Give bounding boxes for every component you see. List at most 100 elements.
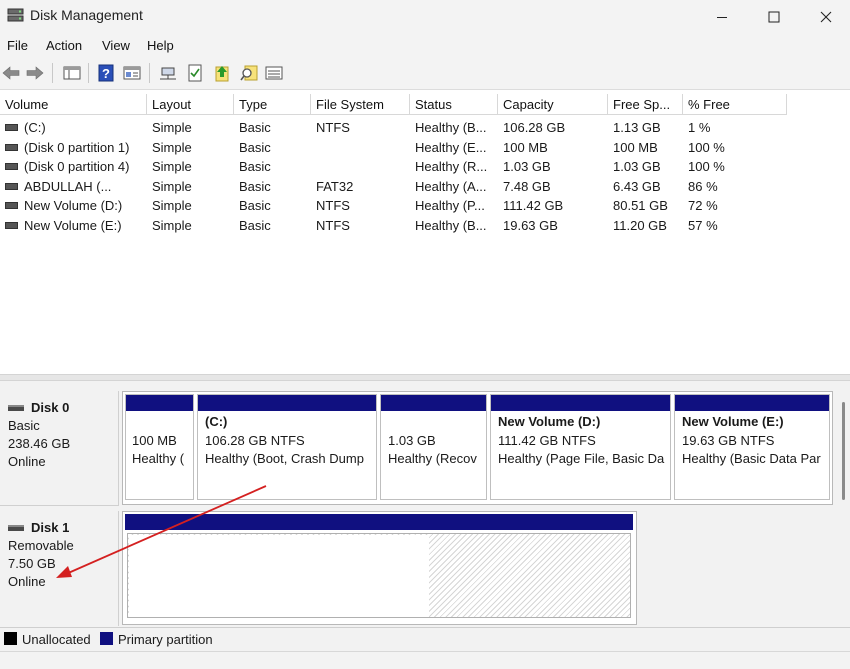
- disk-type: Removable: [8, 538, 74, 553]
- connect-button[interactable]: [159, 64, 177, 82]
- cell-status: Healthy (A...: [415, 177, 496, 196]
- column-header-file-system[interactable]: File System: [311, 94, 410, 115]
- scrollbar-thumb[interactable]: [842, 402, 845, 500]
- disk-management-app-icon: [7, 8, 24, 23]
- volume-icon: [5, 124, 18, 132]
- cell-text: NTFS: [316, 198, 350, 213]
- console-tree-icon: [63, 66, 81, 80]
- disk-1-label[interactable]: Disk 1 Removable 7.50 GB Online: [0, 511, 119, 626]
- cell-type: Basic: [239, 157, 309, 176]
- list-view-button[interactable]: [265, 64, 283, 82]
- partition-disk0-recovery-efi[interactable]: 100 MB Healthy (: [125, 394, 194, 500]
- partition-c[interactable]: (C:) 106.28 GB NTFS Healthy (Boot, Crash…: [197, 394, 377, 500]
- column-header-layout[interactable]: Layout: [147, 94, 234, 115]
- connect-icon: [160, 67, 176, 80]
- checklist-button[interactable]: [186, 64, 204, 82]
- cell-status: Healthy (P...: [415, 196, 496, 215]
- cell-text: 111.42 GB: [503, 198, 564, 213]
- close-icon: [820, 11, 832, 22]
- cell-text: 1.03 GB: [503, 159, 551, 174]
- cell-layout: Simple: [152, 216, 232, 235]
- disk-state: Online: [8, 454, 46, 469]
- cell-status: Healthy (B...: [415, 216, 496, 235]
- column-header-volume[interactable]: Volume: [0, 94, 147, 115]
- maximize-button[interactable]: [750, 0, 798, 33]
- console-tree-button[interactable]: [63, 64, 81, 82]
- cell-type: Basic: [239, 177, 309, 196]
- cell-text: Basic: [239, 217, 271, 233]
- disk-0-label[interactable]: Disk 0 Basic 238.46 GB Online: [0, 391, 119, 506]
- window-title: Disk Management: [30, 7, 143, 23]
- cell-type: Basic: [239, 138, 309, 157]
- cell-text: Basic: [239, 139, 271, 155]
- forward-button[interactable]: [26, 64, 44, 82]
- column-header-status[interactable]: Status: [410, 94, 498, 115]
- cell-type: Basic: [239, 196, 309, 215]
- status-bar: [0, 651, 850, 669]
- cell-free: 1.03 GB: [613, 157, 681, 176]
- cell-text: Simple: [152, 120, 192, 135]
- unallocated-swatch: [4, 632, 17, 645]
- back-icon: [2, 66, 20, 80]
- cell-pct: 100 %: [688, 157, 784, 176]
- toolbar-separator: [52, 63, 53, 83]
- cell-free: 6.43 GB: [613, 177, 681, 196]
- disk-icon: [8, 405, 24, 411]
- toolbar-separator: [149, 63, 150, 83]
- volume-icon: [5, 182, 18, 190]
- menu-view[interactable]: View: [102, 38, 130, 53]
- cell-text: Basic: [239, 159, 271, 174]
- column-header-capacity[interactable]: Capacity: [498, 94, 608, 115]
- cell-text: (Disk 0 partition 1): [24, 139, 130, 155]
- partition-title: New Volume (D:): [498, 414, 601, 429]
- properties-button[interactable]: [123, 64, 141, 82]
- menu-file[interactable]: File: [7, 38, 28, 53]
- cell-pct: 57 %: [688, 216, 784, 235]
- toolbar-separator: [88, 63, 89, 83]
- cell-status: Healthy (E...: [415, 138, 496, 157]
- cell-volume: ABDULLAH (...: [5, 177, 145, 196]
- cell-free: 80.51 GB: [613, 196, 681, 215]
- cell-text: 100 MB: [613, 139, 658, 155]
- minimize-button[interactable]: [698, 0, 746, 33]
- column-header-percent-free[interactable]: % Free: [683, 94, 787, 115]
- cell-capacity: 7.48 GB: [503, 177, 606, 196]
- pane-splitter[interactable]: [0, 374, 850, 381]
- partition-status: Healthy (Page File, Basic Da: [498, 451, 665, 466]
- disk-name: Disk 0: [31, 400, 70, 415]
- cell-type: Basic: [239, 118, 309, 137]
- partition-title: New Volume (E:): [682, 414, 784, 429]
- close-button[interactable]: [802, 0, 850, 33]
- minimize-icon: [717, 16, 727, 18]
- forward-icon: [26, 66, 44, 80]
- up-button[interactable]: [213, 64, 231, 82]
- search-button[interactable]: [240, 64, 258, 82]
- search-icon: [240, 65, 258, 81]
- cell-text: Basic: [239, 120, 271, 135]
- partition-size: 19.63 GB NTFS: [682, 432, 775, 448]
- disk-icon: [8, 525, 24, 531]
- partition-disk0-recovery[interactable]: 1.03 GB Healthy (Recov: [380, 394, 487, 500]
- menu-action[interactable]: Action: [46, 38, 82, 53]
- volume-icon: [5, 221, 18, 229]
- partition-d[interactable]: New Volume (D:) 111.42 GB NTFS Healthy (…: [490, 394, 671, 500]
- legend-unallocated: Unallocated: [22, 632, 91, 647]
- menu-help[interactable]: Help: [147, 38, 174, 53]
- partition-e[interactable]: New Volume (E:) 19.63 GB NTFS Healthy (B…: [674, 394, 830, 500]
- column-header-type[interactable]: Type: [234, 94, 311, 115]
- back-button[interactable]: [2, 64, 20, 82]
- column-header-free-space[interactable]: Free Sp...: [608, 94, 683, 115]
- cell-text: Simple: [152, 159, 192, 174]
- primary-partition-swatch: [100, 632, 113, 645]
- cell-pct: 1 %: [688, 118, 784, 137]
- cell-text: 57 %: [688, 217, 718, 233]
- cell-status: Healthy (R...: [415, 157, 496, 176]
- cell-fs: NTFS: [316, 196, 408, 215]
- cell-layout: Simple: [152, 118, 232, 137]
- partition-abdullah-selected[interactable]: [125, 514, 633, 620]
- cell-volume: (Disk 0 partition 1): [5, 138, 145, 157]
- help-button[interactable]: ?: [97, 64, 115, 82]
- primary-partition-bar: [125, 514, 633, 530]
- cell-capacity: 111.42 GB: [503, 196, 606, 215]
- primary-partition-bar: [198, 395, 376, 411]
